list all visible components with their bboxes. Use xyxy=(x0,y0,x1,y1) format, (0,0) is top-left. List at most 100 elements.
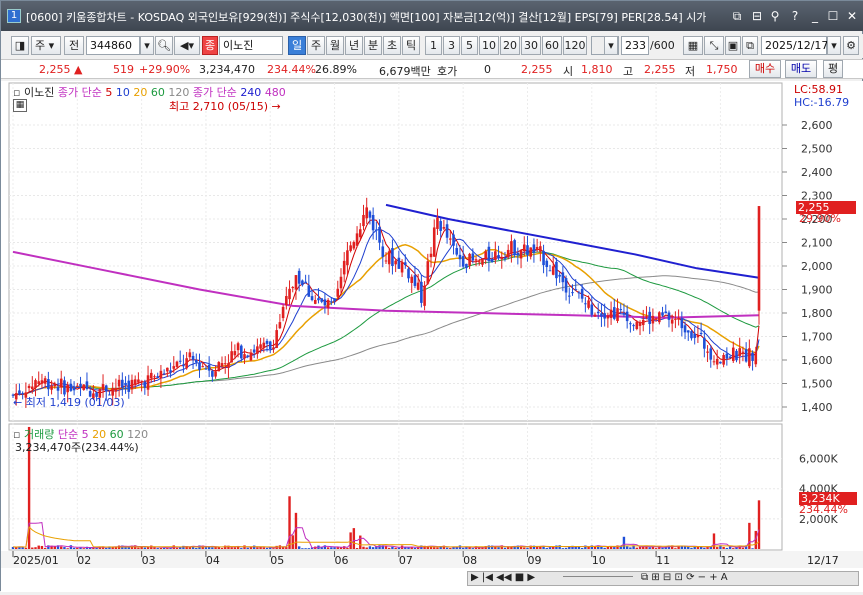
close-icon[interactable]: ✕ xyxy=(844,8,860,24)
tab-second[interactable]: 초 xyxy=(383,36,401,55)
tab-month[interactable]: 월 xyxy=(326,36,344,55)
interval-60[interactable]: 60 xyxy=(542,36,562,55)
average-button[interactable]: 평 xyxy=(823,60,843,78)
help-icon[interactable]: ? xyxy=(787,8,803,24)
candle-body xyxy=(635,321,639,329)
period-select[interactable]: 주 ▾ xyxy=(31,36,61,55)
candle-body xyxy=(661,312,664,316)
candle-body xyxy=(706,351,709,353)
scroll-back-icon[interactable]: |◀ xyxy=(482,572,493,583)
stock-code-input[interactable]: 344860 xyxy=(86,36,140,55)
market-button[interactable]: 전 xyxy=(64,36,84,55)
interval-120[interactable]: 120 xyxy=(563,36,587,55)
tab-minute[interactable]: 분 xyxy=(364,36,382,55)
candle-body xyxy=(381,246,385,257)
interval-5[interactable]: 5 xyxy=(461,36,478,55)
scroll-next-icon[interactable]: ▶ xyxy=(527,572,535,583)
candle-body xyxy=(124,382,127,386)
fit-view-icon[interactable]: ⊡ xyxy=(674,572,682,583)
font-size-icon[interactable]: A xyxy=(721,572,728,583)
search-icon[interactable]: 🔍︎ xyxy=(155,36,173,55)
custom-interval-dropdown-icon[interactable]: ▾ xyxy=(604,36,618,55)
candle-body xyxy=(156,376,159,379)
code-dropdown-icon[interactable]: ▾ xyxy=(140,36,154,55)
candle-body xyxy=(703,337,706,349)
candle-body xyxy=(677,317,680,320)
candle-body xyxy=(670,319,674,324)
candle-body xyxy=(252,349,256,353)
zoom-out-icon[interactable]: − xyxy=(698,572,706,583)
candle-body xyxy=(365,207,369,219)
sell-button[interactable]: 매도 xyxy=(785,60,817,78)
volume-bar xyxy=(580,547,584,549)
candle-body xyxy=(178,360,182,362)
tile-view-icon[interactable]: ⊞ xyxy=(651,572,659,583)
window-number[interactable]: 1 xyxy=(7,9,21,23)
candle-body xyxy=(416,282,420,290)
volume-bar xyxy=(635,547,639,549)
volume-bar xyxy=(66,548,69,549)
stop-icon[interactable]: ■ xyxy=(515,572,524,583)
candle-body xyxy=(349,245,352,251)
volume-bar xyxy=(288,496,291,549)
interval-1[interactable]: 1 xyxy=(425,36,442,55)
scroll-first-icon[interactable]: ▶ xyxy=(471,572,479,583)
tab-week[interactable]: 주 xyxy=(307,36,325,55)
chart-area[interactable]: 2,600 2,500 2,400 2,300 2,200 2,100 2,000 1,900… xyxy=(1,81,863,592)
sound-icon[interactable]: ◀▾ xyxy=(174,36,200,55)
tab-tick[interactable]: 틱 xyxy=(402,36,420,55)
candle-body xyxy=(449,238,452,240)
interval-10[interactable]: 10 xyxy=(479,36,499,55)
volume-bar xyxy=(388,547,391,549)
chart-settings-icon[interactable]: ⚙ xyxy=(843,36,859,55)
candle-body xyxy=(455,248,459,255)
reset-view-icon[interactable]: ⊟ xyxy=(663,572,671,583)
save-icon[interactable]: ▣ xyxy=(725,36,741,55)
candle-body xyxy=(265,340,269,344)
tab-year[interactable]: 년 xyxy=(345,36,363,55)
data-count-input[interactable]: 233 xyxy=(621,36,649,55)
table-toggle-icon[interactable]: ▦ xyxy=(13,99,27,112)
price-tick-label: 1,500 xyxy=(801,378,833,391)
interval-20[interactable]: 20 xyxy=(500,36,520,55)
stock-name-field[interactable]: 이노진 xyxy=(219,36,283,55)
candle-body xyxy=(407,268,410,279)
volume-bar xyxy=(365,547,368,549)
view-buttons: ⧉ ⊞ ⊟ ⊡ ⟳ − + A xyxy=(641,572,728,583)
buy-button[interactable]: 매수 xyxy=(749,60,781,78)
split-view-icon[interactable]: ⧉ xyxy=(641,572,648,583)
volume-bar xyxy=(63,547,66,549)
candle-body xyxy=(172,366,176,369)
date-input[interactable]: 2025/12/17 xyxy=(761,36,828,55)
interval-30[interactable]: 30 xyxy=(521,36,541,55)
candle-body xyxy=(506,249,510,258)
chart-menu-icon[interactable]: ◨ xyxy=(11,36,29,55)
candle-body xyxy=(535,246,539,250)
maximize-icon[interactable]: ☐ xyxy=(825,8,841,24)
candle-body xyxy=(323,299,327,306)
grid-icon[interactable]: ▦ xyxy=(683,36,703,55)
zoom-in-icon[interactable]: + xyxy=(709,572,717,583)
scroll-prev-icon[interactable]: ◀◀ xyxy=(496,572,511,583)
zoom-slider[interactable] xyxy=(563,576,633,581)
interval-3[interactable]: 3 xyxy=(443,36,460,55)
tab-day[interactable]: 일 xyxy=(288,36,306,55)
layout-icon[interactable]: ⊟ xyxy=(749,8,765,24)
chart-svg[interactable]: 2,6002,5002,4002,3002,2002,1002,0001,900… xyxy=(1,81,863,592)
volume-bar xyxy=(503,547,507,549)
volume-bar xyxy=(690,547,693,549)
pin-icon[interactable]: ⚲ xyxy=(767,8,783,24)
candle-body xyxy=(616,308,619,321)
volume-bar xyxy=(526,547,529,549)
tile-icon[interactable]: ⧉ xyxy=(729,8,745,24)
volume-bar xyxy=(625,546,629,549)
date-dropdown-icon[interactable]: ▾ xyxy=(827,36,841,55)
candle-body xyxy=(166,367,169,372)
refresh-icon[interactable]: ⟳ xyxy=(686,572,694,583)
minimize-icon[interactable]: _ xyxy=(807,8,823,24)
scale-icon[interactable]: ⤡ xyxy=(704,36,724,55)
candle-body xyxy=(246,355,250,357)
copy-icon[interactable]: ⧉ xyxy=(742,36,758,55)
candle-body xyxy=(442,227,446,229)
candle-body xyxy=(738,348,742,356)
